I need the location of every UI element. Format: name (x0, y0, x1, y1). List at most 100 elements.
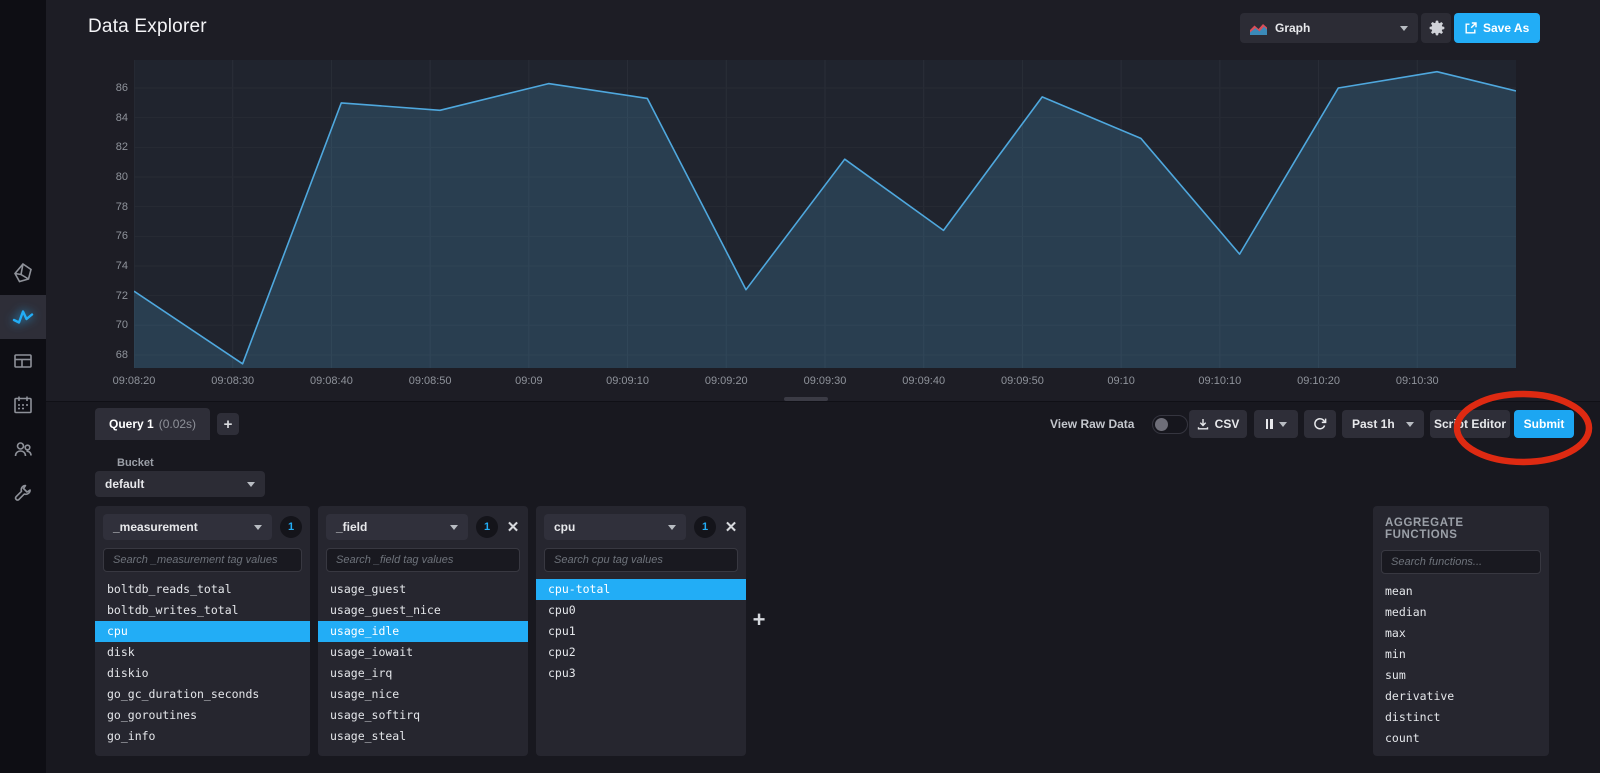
sidebar-item-settings[interactable] (0, 471, 46, 515)
visualization-type-dropdown[interactable]: Graph (1240, 13, 1418, 43)
add-query-tab-button[interactable]: + (217, 413, 239, 435)
list-item[interactable]: usage_irq (318, 663, 528, 684)
chevron-down-icon (254, 524, 262, 530)
gear-icon (1429, 20, 1444, 35)
list-item[interactable]: derivative (1373, 686, 1549, 707)
list-item[interactable]: usage_idle (318, 621, 528, 642)
pause-button[interactable] (1254, 410, 1298, 438)
list-item[interactable]: mean (1373, 581, 1549, 602)
script-editor-button[interactable]: Script Editor (1430, 410, 1510, 438)
tag-key-dropdown[interactable]: _measurement (103, 514, 272, 540)
view-raw-data-label: View Raw Data (1050, 417, 1135, 431)
tag-key-label: _field (336, 520, 368, 534)
aggregate-functions-title: AGGREGATE FUNCTIONS (1385, 517, 1464, 541)
pause-icon (1265, 419, 1273, 429)
graph-options-button[interactable] (1421, 13, 1451, 43)
tag-value-search-input[interactable] (103, 548, 302, 572)
y-axis-label: 74 (115, 259, 128, 272)
x-axis-label: 09:08:50 (408, 375, 452, 387)
list-item[interactable]: usage_iowait (318, 642, 528, 663)
list-item[interactable]: disk (95, 642, 310, 663)
list-item[interactable]: cpu2 (536, 642, 746, 663)
close-icon[interactable]: ✕ (506, 518, 520, 536)
refresh-icon (1314, 418, 1327, 430)
sidebar-item-dashboards[interactable] (0, 339, 46, 383)
bucket-value: default (105, 477, 145, 491)
chevron-down-icon (450, 524, 458, 530)
list-item[interactable]: cpu0 (536, 600, 746, 621)
submit-button[interactable]: Submit (1514, 410, 1574, 438)
y-axis-label: 80 (115, 171, 128, 183)
wrench-icon (14, 484, 31, 501)
list-item[interactable]: sum (1373, 665, 1549, 686)
list-item[interactable]: cpu-total (536, 579, 746, 600)
list-item[interactable]: go_gc_duration_seconds (95, 684, 310, 705)
sidebar-item-logo[interactable] (0, 251, 46, 295)
save-as-button[interactable]: Save As (1454, 13, 1541, 43)
chevron-down-icon (1278, 421, 1287, 427)
chevron-down-icon (247, 481, 255, 487)
users-icon (14, 442, 32, 457)
x-axis-label: 09:10:10 (1198, 375, 1242, 387)
add-tag-card-button[interactable]: + (746, 607, 772, 633)
list-item[interactable]: max (1373, 623, 1549, 644)
close-icon[interactable]: ✕ (724, 518, 738, 536)
list-item[interactable]: go_goroutines (95, 705, 310, 726)
list-item[interactable]: usage_guest_nice (318, 600, 528, 621)
time-series-chart[interactable] (133, 60, 1517, 368)
list-item[interactable]: go_info (95, 726, 310, 747)
selected-count-badge: 1 (694, 516, 716, 538)
sidebar-item-organizations[interactable] (0, 427, 46, 471)
query-tab[interactable]: Query 1 (0.02s) (95, 408, 211, 440)
list-item[interactable]: cpu3 (536, 663, 746, 684)
viz-type-label: Graph (1275, 21, 1311, 35)
refresh-button[interactable] (1304, 410, 1336, 438)
list-item[interactable]: count (1373, 728, 1549, 749)
time-range-dropdown[interactable]: Past 1h (1342, 410, 1424, 438)
page-title: Data Explorer (88, 16, 207, 37)
list-item[interactable]: usage_softirq (318, 705, 528, 726)
bucket-dropdown[interactable]: default (95, 471, 265, 497)
tag-key-dropdown[interactable]: cpu (544, 514, 686, 540)
tag-value-search-input[interactable] (544, 548, 738, 572)
x-axis-label: 09:09:30 (803, 375, 847, 387)
query-tab-name: Query 1 (109, 417, 154, 431)
list-item[interactable]: cpu1 (536, 621, 746, 642)
time-range-label: Past 1h (1352, 417, 1395, 431)
x-axis-label: 09:10 (1107, 375, 1135, 387)
sidebar-item-data-explorer[interactable] (0, 295, 46, 339)
download-icon (1197, 419, 1208, 430)
y-axis-label: 72 (115, 289, 128, 302)
list-item[interactable]: boltdb_writes_total (95, 600, 310, 621)
graph-line-icon (12, 310, 34, 324)
tag-card-cpu: cpu 1 ✕ cpu-totalcpu0cpu1cpu2cpu3 (536, 506, 746, 756)
x-axis-label: 09:10:30 (1395, 375, 1439, 387)
tag-key-label: _measurement (113, 520, 198, 534)
chevron-down-icon (1406, 421, 1414, 427)
list-item[interactable]: diskio (95, 663, 310, 684)
list-item[interactable]: median (1373, 602, 1549, 623)
list-item[interactable]: cpu (95, 621, 310, 642)
list-item[interactable]: usage_guest (318, 579, 528, 600)
query-builder-section: Query 1 (0.02s) + View Raw Data CSV Past… (46, 390, 1600, 773)
list-item[interactable]: usage_nice (318, 684, 528, 705)
download-csv-button[interactable]: CSV (1189, 410, 1247, 438)
selected-count-badge: 1 (476, 516, 498, 538)
save-as-label: Save As (1483, 21, 1530, 35)
function-search-input[interactable] (1381, 550, 1541, 574)
x-axis-label: 09:08:30 (211, 375, 255, 387)
list-item[interactable]: min (1373, 644, 1549, 665)
list-item[interactable]: distinct (1373, 707, 1549, 728)
aggregate-functions-panel: AGGREGATE FUNCTIONS meanmedianmaxminsumd… (1373, 506, 1549, 756)
list-item[interactable]: boltdb_reads_total (95, 579, 310, 600)
tag-key-label: cpu (554, 520, 576, 534)
list-item[interactable]: usage_steal (318, 726, 528, 747)
tag-value-search-input[interactable] (326, 548, 520, 572)
selected-count-badge: 1 (280, 516, 302, 538)
tag-key-dropdown[interactable]: _field (326, 514, 468, 540)
sidebar-item-tasks[interactable] (0, 383, 46, 427)
view-raw-data-toggle[interactable] (1152, 415, 1188, 434)
toggle-knob (1155, 418, 1168, 431)
x-axis-label: 09:09:40 (902, 375, 946, 387)
y-axis-label: 78 (115, 200, 128, 213)
